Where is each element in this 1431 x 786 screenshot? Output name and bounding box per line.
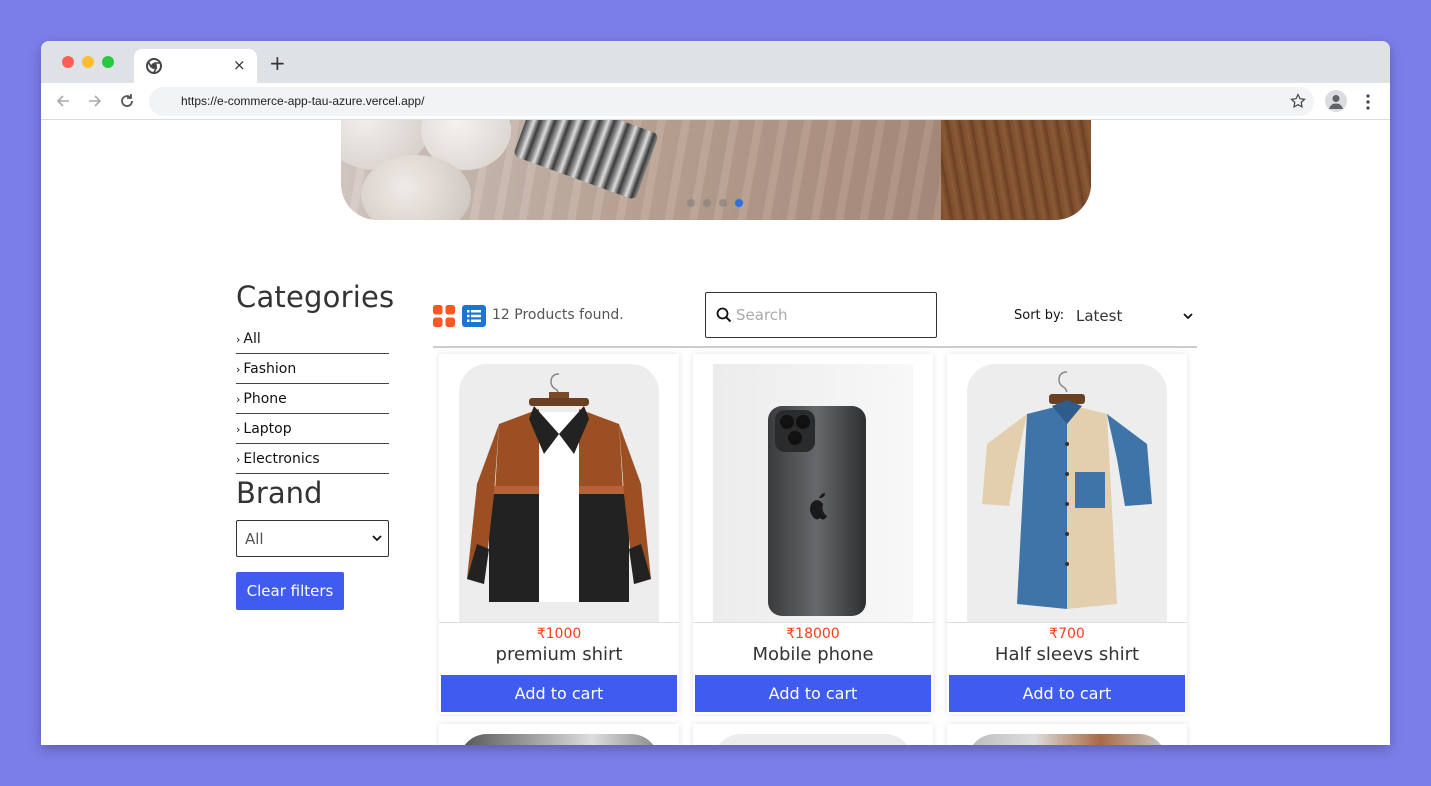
categories-heading: Categories <box>236 280 395 314</box>
product-price: ₹1000 <box>536 626 582 642</box>
browser-toolbar: https://e-commerce-app-tau-azure.vercel.… <box>41 83 1390 120</box>
clear-filters-button[interactable]: Clear filters <box>236 572 344 610</box>
product-image-jacket[interactable] <box>459 364 659 622</box>
url-text: https://e-commerce-app-tau-azure.vercel.… <box>181 94 425 108</box>
category-label: Electronics <box>243 451 320 467</box>
card-divider <box>693 622 933 623</box>
products-found-count: 12 Products found. <box>492 307 624 323</box>
product-price: ₹18000 <box>786 626 840 642</box>
brand-heading: Brand <box>236 476 323 510</box>
category-item-fashion[interactable]: › Fashion <box>236 354 389 384</box>
sort-select[interactable]: Latest <box>1076 307 1122 325</box>
chevron-right-icon: › <box>236 453 241 466</box>
product-card[interactable]: ₹700 Half sleevs shirt Add to cart <box>947 354 1187 714</box>
product-price: ₹700 <box>1049 626 1085 642</box>
carousel-dot[interactable] <box>703 199 711 207</box>
category-label: Laptop <box>243 421 292 437</box>
minimize-window-button[interactable] <box>82 56 94 68</box>
add-to-cart-button[interactable]: Add to cart <box>949 675 1185 712</box>
banner-wood-image <box>941 120 1091 220</box>
category-label: Fashion <box>243 361 297 377</box>
browser-tab[interactable]: × <box>134 49 257 83</box>
product-area: 12 Products found. Search Sort by: Lates… <box>433 280 1197 745</box>
close-window-button[interactable] <box>62 56 74 68</box>
chevron-right-icon: › <box>236 423 241 436</box>
product-image[interactable] <box>459 734 659 745</box>
add-to-cart-button[interactable]: Add to cart <box>441 675 677 712</box>
forward-icon[interactable] <box>85 91 105 111</box>
brand-selected-value: All <box>245 530 264 548</box>
hero-carousel[interactable] <box>341 120 1091 220</box>
carousel-dot[interactable] <box>719 199 727 207</box>
carousel-indicators <box>687 199 743 207</box>
add-to-cart-button[interactable]: Add to cart <box>695 675 931 712</box>
chrome-icon <box>146 58 162 74</box>
profile-avatar-icon[interactable] <box>1325 90 1347 112</box>
product-image-phone[interactable] <box>713 364 913 622</box>
maximize-window-button[interactable] <box>102 56 114 68</box>
product-card[interactable] <box>947 724 1187 745</box>
bookmark-star-icon[interactable] <box>1290 93 1306 109</box>
card-divider <box>947 622 1187 623</box>
browser-window: × + https://e-commerce-app-tau-azure.ver… <box>41 41 1390 745</box>
grid-view-icon[interactable] <box>433 305 455 327</box>
category-item-all[interactable]: › All <box>236 324 389 354</box>
product-image-shirt[interactable] <box>967 364 1167 622</box>
close-tab-icon[interactable]: × <box>233 56 246 74</box>
carousel-dot-active[interactable] <box>735 199 743 207</box>
card-divider <box>439 622 679 623</box>
product-name[interactable]: Mobile phone <box>693 644 933 665</box>
address-bar[interactable]: https://e-commerce-app-tau-azure.vercel.… <box>149 87 1314 116</box>
list-view-icon[interactable] <box>462 305 486 327</box>
search-icon <box>716 307 732 323</box>
chevron-down-icon <box>372 535 382 542</box>
search-input[interactable]: Search <box>705 292 937 338</box>
product-card[interactable] <box>693 724 933 745</box>
chevron-right-icon: › <box>236 333 241 346</box>
chevron-down-icon[interactable] <box>1183 311 1193 321</box>
product-name[interactable]: premium shirt <box>439 644 679 665</box>
new-tab-button[interactable]: + <box>269 53 286 73</box>
chevron-right-icon: › <box>236 363 241 376</box>
search-placeholder: Search <box>736 306 788 324</box>
page-content: Categories › All › Fashion › Phone › Laptop … <box>41 120 1390 745</box>
product-image[interactable] <box>967 734 1167 745</box>
product-image[interactable] <box>713 734 913 745</box>
brand-select[interactable]: All <box>236 520 389 557</box>
category-label: All <box>243 331 261 347</box>
filter-sidebar: Categories › All › Fashion › Phone › Laptop … <box>236 280 406 610</box>
product-toolbar: 12 Products found. Search Sort by: Lates… <box>433 280 1197 348</box>
category-label: Phone <box>243 391 287 407</box>
sort-label: Sort by: <box>1014 308 1065 323</box>
chevron-right-icon: › <box>236 393 241 406</box>
category-item-phone[interactable]: › Phone <box>236 384 389 414</box>
product-card[interactable]: ₹1000 premium shirt Add to cart <box>439 354 679 714</box>
tab-strip: × + <box>41 41 1390 83</box>
product-card[interactable] <box>439 724 679 745</box>
reload-icon[interactable] <box>117 91 137 111</box>
category-item-laptop[interactable]: › Laptop <box>236 414 389 444</box>
product-name[interactable]: Half sleevs shirt <box>947 644 1187 665</box>
carousel-dot[interactable] <box>687 199 695 207</box>
category-list: › All › Fashion › Phone › Laptop › Electronic… <box>236 324 389 474</box>
category-item-electronics[interactable]: › Electronics <box>236 444 389 474</box>
back-icon[interactable] <box>53 91 73 111</box>
product-card[interactable]: ₹18000 Mobile phone Add to cart <box>693 354 933 714</box>
browser-menu-icon[interactable] <box>1360 92 1376 112</box>
